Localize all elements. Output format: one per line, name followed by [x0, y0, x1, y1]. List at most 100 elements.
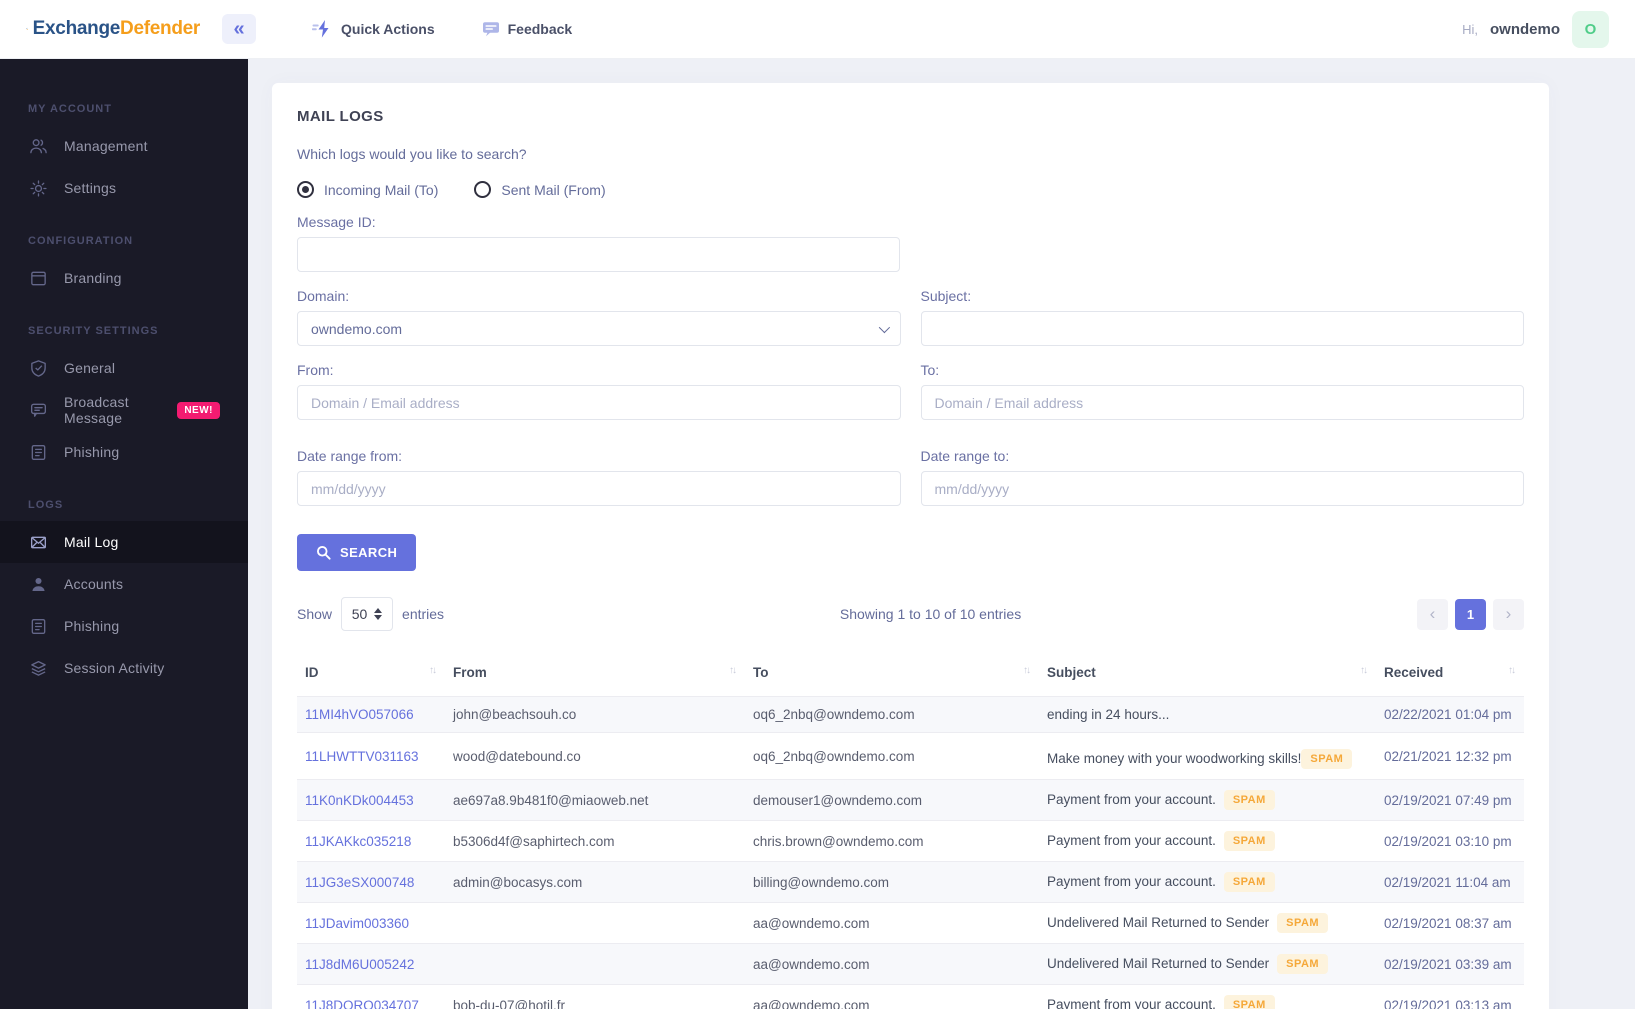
date-from-input[interactable] — [297, 471, 901, 506]
chevron-down-icon — [878, 321, 890, 333]
from-cell: john@beachsouh.co — [453, 707, 577, 722]
pagination-next-button[interactable]: › — [1493, 598, 1524, 630]
subject-cell: Payment from your account. SPAM — [1039, 862, 1376, 903]
username: owndemo — [1490, 20, 1560, 38]
sidebar-item-phishing[interactable]: Phishing — [0, 605, 248, 647]
from-input[interactable] — [297, 385, 901, 420]
exchangedefender-logo[interactable]: ExchangeDefender — [0, 14, 200, 44]
column-header-label: To — [753, 665, 769, 680]
to-input[interactable] — [920, 385, 1524, 420]
radio-incoming-mail-to-[interactable]: Incoming Mail (To) — [297, 181, 438, 198]
to-cell: billing@owndemo.com — [753, 874, 890, 890]
sidebar-item-label: Broadcast Message — [64, 394, 129, 426]
sidebar-item-general[interactable]: General — [0, 347, 248, 389]
sidebar-item-management[interactable]: Management — [0, 125, 248, 167]
spam-badge: SPAM — [1277, 913, 1329, 933]
table-row: 11J8dM6U005242 aa@owndemo.com Undelivere… — [297, 943, 1524, 985]
user-icon — [28, 574, 48, 594]
table-body: 11MI4hVO057066 john@beachsouh.co oq6_2nb… — [297, 696, 1524, 1009]
app-root: ExchangeDefender « Quick Actions Feedbac… — [0, 0, 1635, 1009]
users-icon — [28, 136, 48, 156]
subject-cell: Payment from your account. SPAM — [1039, 821, 1376, 862]
message-id-link[interactable]: 11J8DORQ034707 — [305, 998, 419, 1009]
subject-cell: Undelivered Mail Returned to Sender SPAM — [1039, 944, 1376, 985]
spam-badge: SPAM — [1301, 749, 1353, 769]
message-id-cell: 11J8DORQ034707 — [297, 985, 445, 1009]
sidebar-item-label: Phishing — [64, 618, 120, 634]
message-id-link[interactable]: 11JG3eSX000748 — [305, 875, 414, 890]
spam-badge: SPAM — [1277, 954, 1329, 974]
from-cell: admin@bocasys.com — [453, 874, 583, 890]
pagination: ‹ 1 › — [1417, 598, 1524, 630]
sidebar-item-label: Phishing — [64, 444, 120, 460]
from-cell: ae697a8.9b481f0@miaoweb.net — [453, 792, 649, 808]
domain-select[interactable]: owndemo.com — [297, 311, 901, 346]
sidebar-item-mail-log[interactable]: Mail Log — [0, 521, 248, 563]
column-header-id[interactable]: ID ↑↓ — [297, 655, 445, 697]
quick-actions-button[interactable]: Quick Actions — [312, 19, 435, 39]
column-header-to[interactable]: To ↑↓ — [745, 655, 1039, 697]
sort-icon: ↑↓ — [1360, 665, 1368, 676]
table-row: 11JG3eSX000748 admin@bocasys.com billing… — [297, 861, 1524, 903]
subject-cell: Payment from your account. SPAM — [1039, 985, 1376, 1009]
table-row: 11J8DORQ034707 bob-du-07@hotil.fr aa@own… — [297, 984, 1524, 1009]
sidebar-item-label: Accounts — [64, 576, 124, 592]
subject-cell: Make money with your woodworking skills!… — [1039, 733, 1376, 780]
received-cell: 02/22/2021 01:04 pm — [1384, 707, 1512, 722]
user-avatar[interactable]: O — [1572, 10, 1609, 48]
log-type-radio-group: Incoming Mail (To) Sent Mail (From) — [297, 181, 1524, 198]
sidebar-item-label: Mail Log — [64, 534, 119, 550]
message-id-cell: 11LHWTTV031163 — [297, 733, 445, 780]
date-range-from-label: Date range from: — [297, 448, 403, 464]
envelope-icon — [28, 532, 48, 552]
sidebar-section: MY ACCOUNT Management Settings — [0, 103, 248, 209]
sidebar-item-branding[interactable]: Branding — [0, 257, 248, 299]
page-title: MAIL LOGS — [297, 108, 384, 125]
radio-label: Incoming Mail (To) — [324, 181, 439, 198]
main-content: MAIL LOGS Which logs would you like to s… — [248, 59, 1635, 1009]
column-header-received[interactable]: Received ↑↓ — [1376, 655, 1524, 697]
sidebar-item-label: Branding — [64, 270, 122, 286]
sidebar-item-broadcast-message[interactable]: Broadcast Message NEW! — [0, 389, 248, 431]
received-cell: 02/19/2021 03:10 pm — [1384, 833, 1512, 849]
sidebar-item-phishing[interactable]: Phishing — [0, 431, 248, 473]
domain-label: Domain: — [297, 288, 350, 304]
message-id-link[interactable]: 11JDavim003360 — [305, 916, 409, 931]
mail-log-table: ID ↑↓ From ↑↓ To ↑↓ Subject ↑↓ Received ↑↓ 11… — [297, 655, 1524, 1009]
column-header-from[interactable]: From ↑↓ — [445, 655, 745, 697]
message-id-link[interactable]: 11JKAKkc035218 — [305, 834, 411, 849]
column-header-subject[interactable]: Subject ↑↓ — [1039, 655, 1376, 697]
chat-bubble-icon — [28, 400, 48, 420]
message-id-link[interactable]: 11MI4hVO057066 — [305, 707, 414, 722]
pagination-prev-button[interactable]: ‹ — [1417, 598, 1448, 630]
showing-entries-text: Showing 1 to 10 of 10 entries — [839, 606, 1022, 622]
sort-icon: ↑↓ — [1023, 665, 1031, 676]
message-id-link[interactable]: 11K0nKDk004453 — [305, 793, 414, 808]
subject-input[interactable] — [920, 311, 1524, 346]
sidebar-item-settings[interactable]: Settings — [0, 167, 248, 209]
date-range-to-label: Date range to: — [920, 448, 1010, 464]
column-header-label: Subject — [1047, 665, 1096, 680]
date-to-input[interactable] — [920, 471, 1524, 506]
page-size-select[interactable]: 50 — [341, 597, 394, 631]
table-row: 11JKAKkc035218 b5306d4f@saphirtech.com c… — [297, 820, 1524, 862]
to-cell: oq6_2nbq@owndemo.com — [753, 748, 915, 764]
feedback-button[interactable]: Feedback — [481, 19, 572, 39]
message-id-input[interactable] — [297, 237, 900, 272]
sidebar-item-accounts[interactable]: Accounts — [0, 563, 248, 605]
radio-icon — [474, 181, 492, 198]
from-cell — [445, 944, 745, 985]
pagination-page-1-button[interactable]: 1 — [1455, 598, 1486, 630]
sort-icon: ↑↓ — [1508, 665, 1516, 676]
message-id-link[interactable]: 11J8dM6U005242 — [305, 957, 414, 972]
radio-sent-mail-from-[interactable]: Sent Mail (From) — [474, 181, 606, 198]
sidebar-section-label: LOGS — [28, 499, 64, 511]
subject-cell: Payment from your account. SPAM — [1039, 780, 1376, 821]
from-cell: b5306d4f@saphirtech.com — [453, 833, 615, 849]
sidebar-collapse-button[interactable]: « — [222, 14, 256, 44]
page-size-value: 50 — [351, 606, 368, 622]
to-cell: demouser1@owndemo.com — [753, 792, 923, 808]
message-id-link[interactable]: 11LHWTTV031163 — [305, 749, 419, 764]
search-button[interactable]: SEARCH — [297, 534, 417, 571]
sidebar-item-session-activity[interactable]: Session Activity — [0, 647, 248, 689]
